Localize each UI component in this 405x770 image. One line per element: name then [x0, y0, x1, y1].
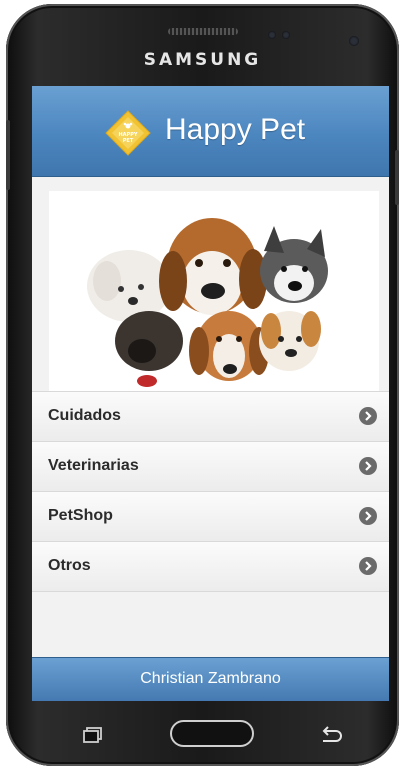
app-screen: HAPPY PET Happy Pet Cuidados Veterinaria…	[32, 86, 389, 701]
menu-item-label: Otros	[48, 557, 91, 574]
volume-button	[6, 120, 10, 190]
happy-pet-logo-icon: HAPPY PET	[105, 110, 151, 156]
proximity-sensor	[268, 31, 276, 39]
home-button[interactable]	[170, 720, 254, 747]
app-header: HAPPY PET Happy Pet	[32, 86, 389, 177]
app-footer: Christian Zambrano	[32, 657, 389, 701]
device-brand: SAMSUNG	[143, 50, 262, 70]
app-title: Happy Pet	[165, 113, 306, 146]
recent-apps-icon[interactable]	[83, 727, 103, 743]
menu-item-cuidados[interactable]: Cuidados	[32, 391, 389, 441]
menu-item-otros[interactable]: Otros	[32, 541, 389, 592]
menu-item-label: Veterinarias	[48, 457, 139, 474]
chevron-right-icon	[359, 457, 377, 475]
chevron-right-icon	[359, 507, 377, 525]
menu-item-label: PetShop	[48, 507, 113, 524]
chevron-right-icon	[359, 557, 377, 575]
menu-item-label: Cuidados	[48, 407, 121, 424]
dogs-hero-image	[49, 191, 379, 391]
earpiece-speaker	[168, 28, 238, 35]
menu-item-veterinarias[interactable]: Veterinarias	[32, 441, 389, 491]
footer-author: Christian Zambrano	[140, 670, 281, 687]
logo-text-bottom: PET	[123, 138, 134, 144]
power-button	[395, 150, 399, 205]
chevron-right-icon	[359, 407, 377, 425]
menu-list: Cuidados Veterinarias PetShop Otros	[32, 391, 389, 592]
front-camera	[349, 36, 359, 46]
light-sensor	[282, 31, 290, 39]
back-icon[interactable]	[318, 725, 344, 745]
menu-item-petshop[interactable]: PetShop	[32, 491, 389, 541]
